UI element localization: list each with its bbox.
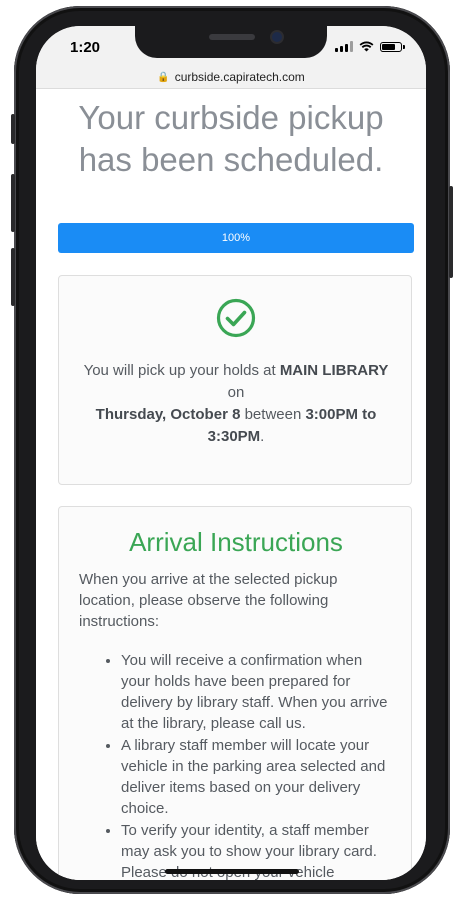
pickup-details: You will pick up your holds at MAIN LIBR… xyxy=(81,360,391,448)
pickup-location: MAIN LIBRARY xyxy=(279,362,389,379)
pickup-text-on: on xyxy=(227,384,245,401)
front-camera xyxy=(272,32,282,42)
progress-bar: 100% xyxy=(58,223,414,253)
mute-switch xyxy=(11,114,15,144)
arrival-instructions-card: Arrival Instructions When you arrive at … xyxy=(58,506,412,880)
progress-label: 100% xyxy=(221,232,251,244)
arrival-title: Arrival Instructions xyxy=(129,527,343,557)
power-button xyxy=(449,186,453,278)
list-item: A library staff member will locate your … xyxy=(121,735,393,819)
arrival-intro: When you arrive at the selected pickup l… xyxy=(79,571,338,630)
pickup-text-between: between xyxy=(240,406,306,423)
phone-screen: 1:20 🔒 curbside.capiratech.com Your curb… xyxy=(36,26,426,880)
status-icons xyxy=(335,41,405,52)
list-item: You will receive a confirmation when you… xyxy=(121,650,393,734)
page-content: Your curbside pickup has been scheduled.… xyxy=(36,89,426,880)
notch xyxy=(135,26,327,58)
battery-icon xyxy=(380,41,405,52)
status-time: 1:20 xyxy=(70,39,101,56)
signal-icon xyxy=(335,41,353,52)
pickup-text-end: . xyxy=(260,428,265,445)
speaker-grille xyxy=(209,34,255,40)
volume-down-button xyxy=(11,248,15,306)
progress-fill: 100% xyxy=(58,223,414,253)
instructions-list: You will receive a confirmation when you… xyxy=(121,650,393,880)
check-circle-icon xyxy=(216,298,256,338)
home-indicator[interactable] xyxy=(165,869,299,874)
wifi-icon xyxy=(359,41,374,52)
lock-icon: 🔒 xyxy=(157,71,170,83)
url-bar[interactable]: 🔒 curbside.capiratech.com xyxy=(36,66,426,89)
volume-up-button xyxy=(11,174,15,232)
url-text: curbside.capiratech.com xyxy=(174,70,305,84)
pickup-text-prefix: You will pick up your holds at xyxy=(83,362,280,379)
confirmation-card: You will pick up your holds at MAIN LIBR… xyxy=(58,275,412,485)
page-title: Your curbside pickup has been scheduled. xyxy=(78,99,384,178)
pickup-date: Thursday, October 8 xyxy=(95,406,241,423)
